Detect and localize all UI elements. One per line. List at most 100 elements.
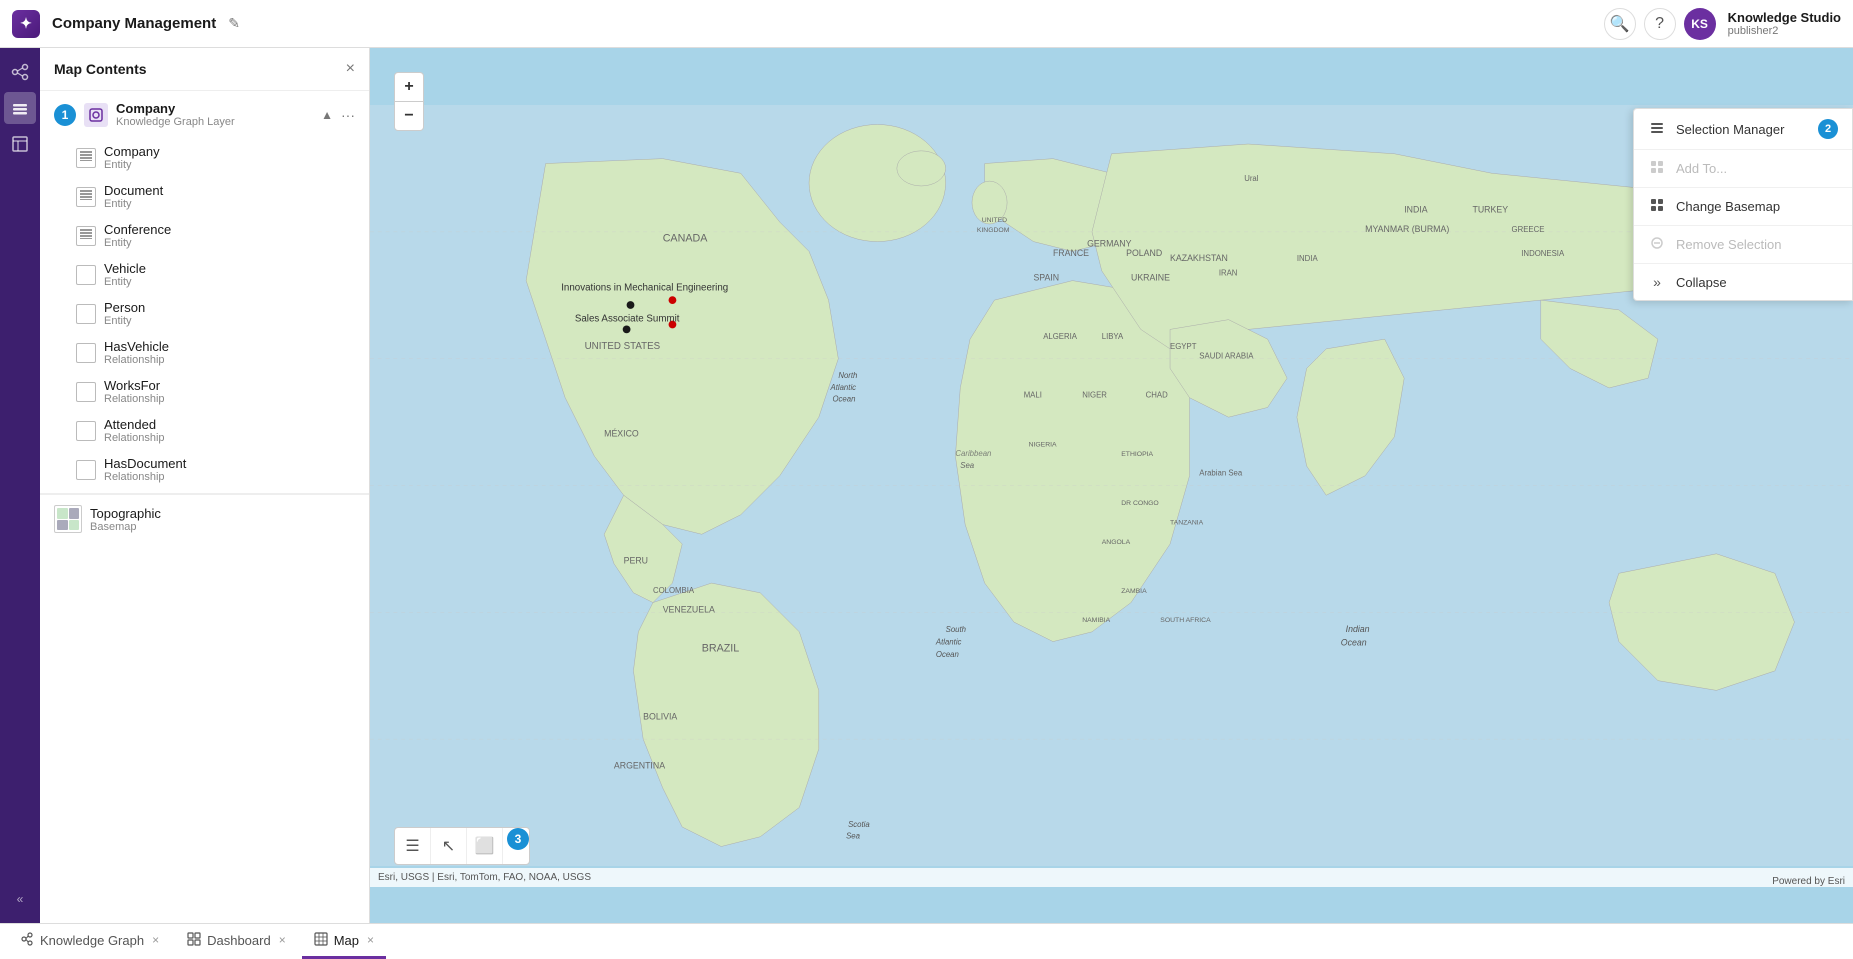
svg-text:Arabian Sea: Arabian Sea [1199,469,1243,478]
zoom-out-button[interactable]: − [395,102,423,130]
svg-text:ZAMBIA: ZAMBIA [1121,588,1147,595]
selection-manager-item[interactable]: Selection Manager 2 [1634,109,1852,150]
layer-item-more-icon[interactable]: ··· [341,384,355,400]
right-panel: Selection Manager 2 Add To... Change Bas… [1633,108,1853,301]
dashboard-tab-close[interactable]: × [279,933,286,947]
svg-text:Sea: Sea [960,461,975,470]
svg-text:MYANMAR (BURMA): MYANMAR (BURMA) [1365,224,1449,234]
layer-item-more-icon[interactable]: ··· [341,189,355,205]
layer-item-more-icon[interactable]: ··· [341,306,355,322]
svg-text:CANADA: CANADA [663,233,709,245]
svg-text:Ocean: Ocean [1341,638,1367,648]
visibility-icon[interactable]: 👁 [317,227,335,244]
svg-text:UKRAINE: UKRAINE [1131,273,1170,283]
layer-item[interactable]: Company Entity 👁 ··· [40,138,369,177]
change-basemap-item[interactable]: Change Basemap [1634,188,1852,226]
layer-item[interactable]: HasDocument Relationship ··· [40,450,369,489]
svg-text:UNITED STATES: UNITED STATES [585,341,661,352]
layer-item[interactable]: Document Entity 👁 ··· [40,177,369,216]
svg-text:MÉXICO: MÉXICO [604,429,639,439]
toolbar-cursor-button[interactable]: ↖ [431,828,467,864]
layer-item-type: Entity [104,315,333,327]
search-button[interactable]: 🔍 [1604,8,1636,40]
nav-item-connections[interactable] [4,56,36,88]
svg-text:EGYPT: EGYPT [1170,342,1197,351]
nav-item-collapse[interactable]: « [4,883,36,915]
topbar-actions: 🔍 ? KS Knowledge Studio publisher2 [1604,8,1841,40]
remove-selection-label: Remove Selection [1676,237,1782,252]
layer-item-icon-grid [76,421,96,441]
layer-item[interactable]: Conference Entity 👁 ··· [40,216,369,255]
visibility-icon[interactable]: 👁 [317,188,335,205]
layer-group-info: Company Knowledge Graph Layer [116,101,313,128]
map-tab-close[interactable]: × [367,933,374,947]
svg-text:KINGDOM: KINGDOM [977,227,1010,234]
layer-item-name: Conference [104,222,309,237]
collapse-item[interactable]: » Collapse [1634,264,1852,300]
sidebar-close-button[interactable]: × [346,60,355,78]
svg-text:LIBYA: LIBYA [1102,332,1124,341]
layer-item-type: Relationship [104,471,333,483]
layer-group-company: 1 Company Knowledge Graph Layer ▲ ··· [40,91,369,494]
avatar[interactable]: KS [1684,8,1716,40]
visibility-icon[interactable]: 👁 [317,149,335,166]
layer-item[interactable]: WorksFor Relationship ··· [40,372,369,411]
layer-item-more-icon[interactable]: ··· [341,228,355,244]
svg-text:Ural: Ural [1244,174,1259,183]
tab-map[interactable]: Map × [302,924,386,959]
layer-item[interactable]: Vehicle Entity ··· [40,255,369,294]
layer-item[interactable]: HasVehicle Relationship ··· [40,333,369,372]
layer-item-more-icon[interactable]: ··· [341,345,355,361]
add-to-icon [1648,160,1666,177]
select-icon: ⬜ [475,836,495,856]
svg-text:Indian: Indian [1346,624,1370,634]
svg-text:Caribbean: Caribbean [955,449,991,458]
layer-group-more-icon[interactable]: ··· [341,107,355,123]
basemap-type: Basemap [90,521,355,533]
tab-knowledge-graph[interactable]: Knowledge Graph × [8,924,171,959]
svg-text:PERU: PERU [624,556,648,566]
nav-item-layers[interactable] [4,92,36,124]
layer-item-name: Person [104,300,333,315]
map-area: CANADA UNITED STATES MÉXICO BRAZIL BOLIV… [370,48,1853,923]
map-tab-label: Map [334,933,359,948]
zoom-in-button[interactable]: + [395,73,423,101]
layer-item-icon-doc [76,226,96,246]
layer-item[interactable]: Person Entity ··· [40,294,369,333]
layer-item-type: Relationship [104,393,333,405]
basemap-item[interactable]: Topographic Basemap [40,494,369,543]
layer-item[interactable]: Attended Relationship ··· [40,411,369,450]
svg-text:South: South [946,625,966,634]
layer-item-icon-grid [76,343,96,363]
svg-text:ALGERIA: ALGERIA [1043,332,1078,341]
layer-item-name: Vehicle [104,261,333,276]
layer-item-more-icon[interactable]: ··· [341,462,355,478]
svg-text:MALI: MALI [1024,391,1042,400]
layer-item-icon-grid [76,304,96,324]
svg-text:DR CONGO: DR CONGO [1121,500,1158,507]
app-title: Company Management [52,15,216,32]
layer-item-more-icon[interactable]: ··· [341,150,355,166]
svg-text:SPAIN: SPAIN [1033,273,1059,283]
svg-text:UNITED: UNITED [982,217,1007,224]
selection-manager-label: Selection Manager [1676,122,1784,137]
edit-title-icon[interactable]: ✎ [228,15,240,32]
layer-item-more-icon[interactable]: ··· [341,267,355,283]
layer-group-header[interactable]: 1 Company Knowledge Graph Layer ▲ ··· [40,91,369,138]
svg-text:BRAZIL: BRAZIL [702,642,740,654]
change-basemap-icon [1648,198,1666,215]
nav-item-table[interactable] [4,128,36,160]
layer-item-name: HasVehicle [104,339,333,354]
knowledge-graph-tab-close[interactable]: × [152,933,159,947]
layer-item-icon-grid [76,382,96,402]
sidebar-title: Map Contents [54,61,147,77]
help-button[interactable]: ? [1644,8,1676,40]
tab-dashboard[interactable]: Dashboard × [175,924,298,959]
layer-item-more-icon[interactable]: ··· [341,423,355,439]
layer-group-name: Company [116,101,313,116]
svg-text:Atlantic: Atlantic [935,638,962,647]
toolbar-select-button[interactable]: ⬜ [467,828,503,864]
layer-item-icon-doc [76,148,96,168]
toolbar-list-button[interactable]: ☰ [395,828,431,864]
layer-group-chevron-icon[interactable]: ▲ [321,108,333,122]
